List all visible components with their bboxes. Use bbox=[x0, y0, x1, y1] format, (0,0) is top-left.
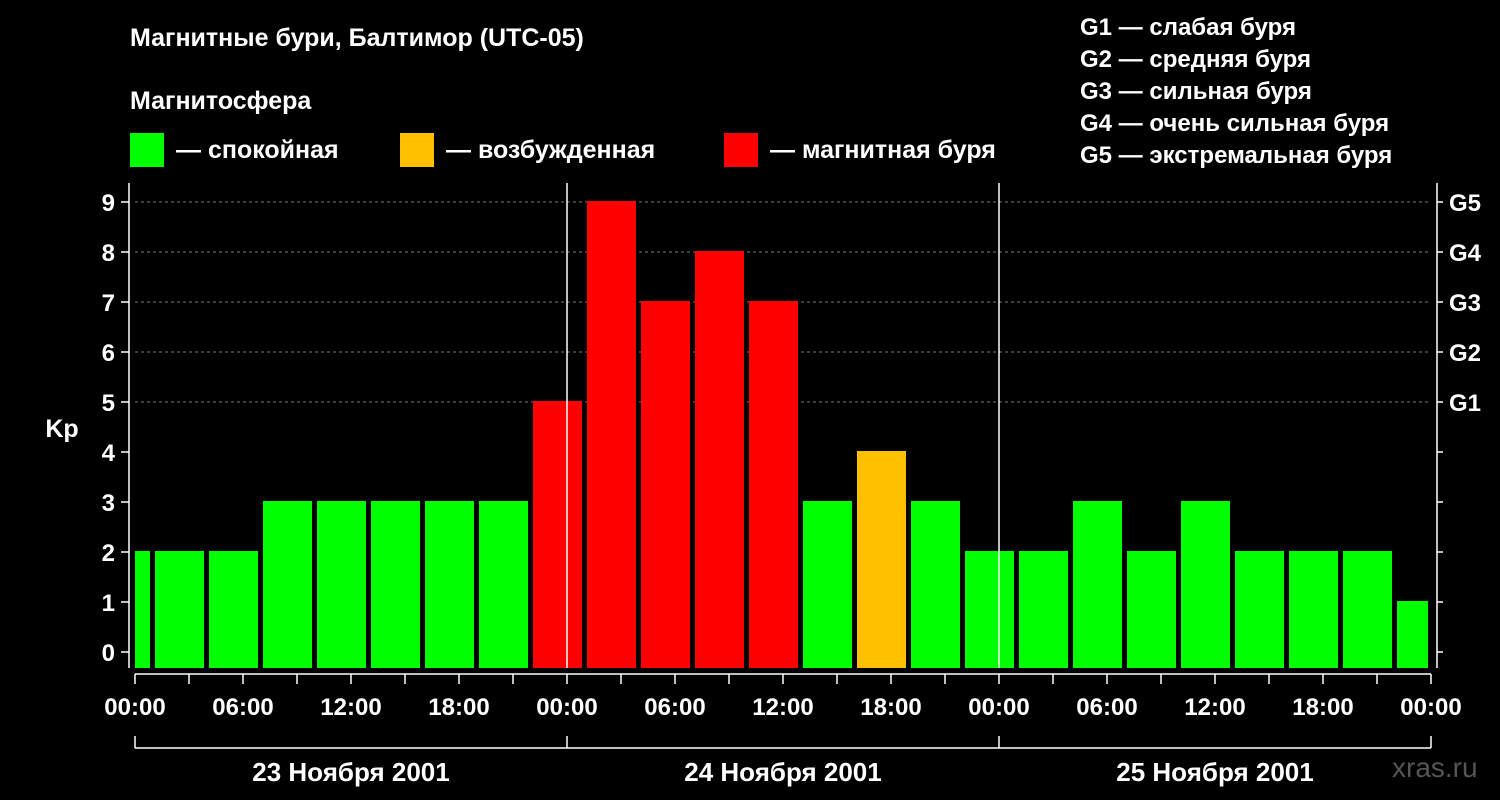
kp-bar bbox=[1181, 501, 1230, 668]
right-axis-g-label: G1 bbox=[1449, 390, 1481, 417]
kp-bar bbox=[533, 401, 582, 668]
x-tick-label: 18:00 bbox=[860, 694, 921, 721]
y-tick-label: 4 bbox=[102, 440, 116, 467]
right-axis-g-label: G4 bbox=[1449, 240, 1482, 267]
kp-bar bbox=[857, 451, 906, 668]
kp-bar bbox=[749, 301, 798, 668]
kp-bar bbox=[587, 201, 636, 668]
y-tick-label: 8 bbox=[102, 240, 115, 267]
x-tick-label: 18:00 bbox=[428, 694, 489, 721]
kp-bar bbox=[1019, 551, 1068, 668]
y-tick-label: 6 bbox=[102, 340, 115, 367]
kp-bar bbox=[317, 501, 366, 668]
kp-bar bbox=[1235, 551, 1284, 668]
kp-bar-chart: 0 1 2 3 4 5 6 7 8 9 G1 G2 G3 G4 G5 Kp 00:00 06:00 12:00 18:… bbox=[45, 183, 1482, 787]
kp-bar bbox=[911, 501, 960, 668]
kp-bar bbox=[155, 551, 204, 668]
day-label: 23 Ноября 2001 bbox=[252, 757, 449, 787]
kp-bar bbox=[1289, 551, 1338, 668]
right-axis-g-label: G3 bbox=[1449, 290, 1481, 317]
kp-bar bbox=[263, 501, 312, 668]
kp-bar bbox=[1127, 551, 1176, 668]
x-tick-label: 18:00 bbox=[1292, 694, 1353, 721]
x-tick-label: 06:00 bbox=[1076, 694, 1137, 721]
y-tick-label: 7 bbox=[102, 290, 115, 317]
kp-bar bbox=[695, 251, 744, 668]
kp-bar bbox=[479, 501, 528, 668]
x-tick-label: 00:00 bbox=[1400, 694, 1461, 721]
y-tick-label: 0 bbox=[102, 640, 115, 667]
x-tick-label: 00:00 bbox=[536, 694, 597, 721]
y-tick-label: 3 bbox=[102, 490, 115, 517]
y-axis-title: Kp bbox=[45, 415, 78, 443]
kp-bar bbox=[1343, 551, 1392, 668]
kp-bar bbox=[135, 551, 150, 668]
x-tick-label: 06:00 bbox=[644, 694, 705, 721]
y-tick-label: 1 bbox=[102, 590, 115, 617]
kp-bar bbox=[371, 501, 420, 668]
x-tick-label: 12:00 bbox=[1184, 694, 1245, 721]
y-tick-label: 2 bbox=[102, 540, 115, 567]
kp-bar bbox=[803, 501, 852, 668]
x-tick-label: 00:00 bbox=[104, 694, 165, 721]
x-tick-label: 12:00 bbox=[320, 694, 381, 721]
x-tick-label: 12:00 bbox=[752, 694, 813, 721]
kp-bar bbox=[1397, 601, 1428, 668]
day-label: 24 Ноября 2001 bbox=[684, 757, 881, 787]
right-axis-g-label: G2 bbox=[1449, 340, 1481, 367]
y-tick-label: 5 bbox=[102, 390, 115, 417]
x-tick-label: 06:00 bbox=[212, 694, 273, 721]
watermark: xras.ru bbox=[1392, 752, 1478, 783]
kp-bar bbox=[965, 551, 1014, 668]
kp-bar bbox=[1073, 501, 1122, 668]
kp-bar bbox=[209, 551, 258, 668]
kp-bar bbox=[425, 501, 474, 668]
x-tick-label: 00:00 bbox=[968, 694, 1029, 721]
right-axis-g-label: G5 bbox=[1449, 190, 1481, 217]
day-label: 25 Ноября 2001 bbox=[1116, 757, 1313, 787]
kp-bar bbox=[641, 301, 690, 668]
y-tick-label: 9 bbox=[102, 190, 115, 217]
